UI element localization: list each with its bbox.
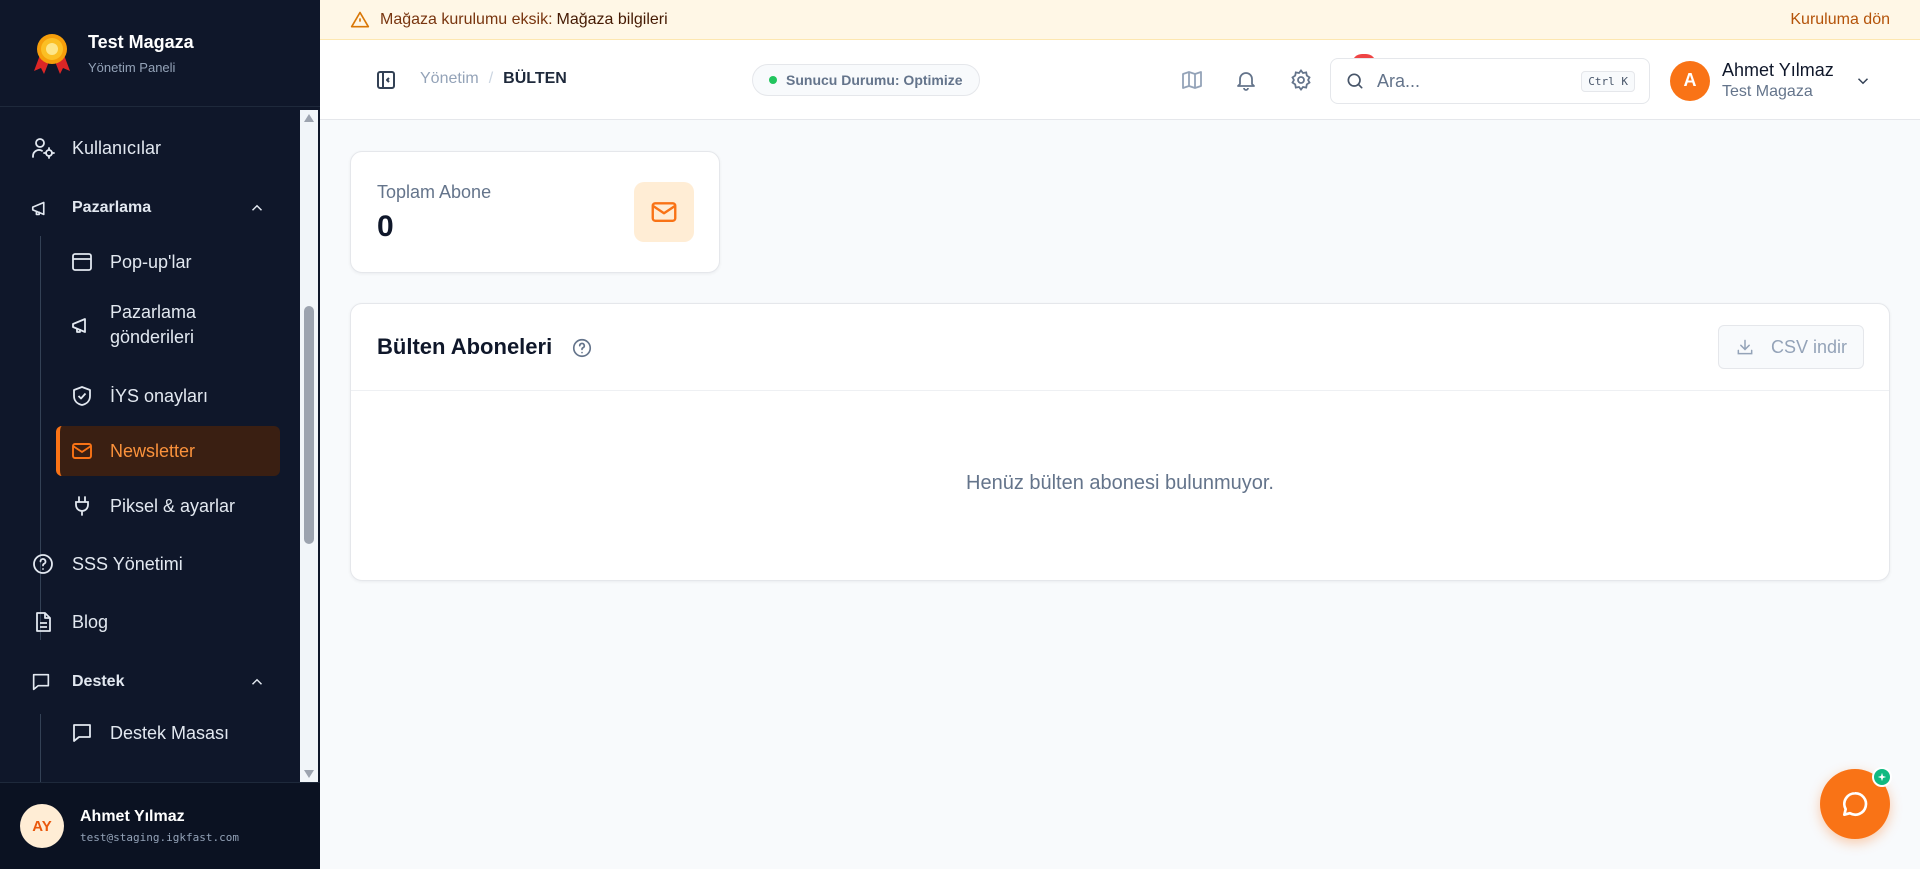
csv-download-label: CSV indir — [1770, 336, 1847, 357]
sidebar-item-blog[interactable]: Blog — [30, 608, 108, 636]
sidebar-group-label: Pazarlama — [72, 199, 152, 216]
sidebar-user[interactable]: AY Ahmet Yılmaz test@staging.igkfast.com — [0, 782, 320, 869]
message-icon — [70, 721, 94, 745]
brand-subtitle: Yönetim Paneli — [88, 59, 176, 75]
newsletter-subscribers-panel: Bülten Aboneleri CSV indir Henüz bülten … — [350, 303, 1890, 581]
breadcrumb: Yönetim / BÜLTEN — [420, 70, 567, 88]
file-text-icon — [30, 609, 56, 635]
panel-header: Bülten Aboneleri CSV indir — [351, 304, 1889, 391]
avatar: A — [1670, 60, 1710, 101]
brand[interactable]: Test Magaza Yönetim Paneli — [0, 0, 320, 107]
user-email: test@staging.igkfast.com — [80, 831, 239, 844]
sparkle-glyph — [1877, 772, 1887, 782]
sidebar-item-label: İYS onayları — [110, 385, 209, 406]
sidebar-item-label: Newsletter — [110, 440, 196, 461]
search-input[interactable] — [1377, 70, 1567, 92]
help-circle-icon — [30, 551, 56, 577]
sidebar-toggle-icon[interactable] — [374, 68, 398, 92]
user-menu[interactable]: A Ahmet Yılmaz Test Magaza — [1670, 60, 1872, 101]
sidebar-item-label: Pop-up'lar — [110, 251, 192, 272]
sidebar: Test Magaza Yönetim Paneli Kullanıcılar … — [0, 0, 320, 869]
sidebar-item-label: Piksel & ayarlar — [110, 495, 236, 516]
mail-icon — [70, 439, 94, 463]
user-settings-icon — [30, 135, 56, 161]
banner-highlight: Mağaza bilgileri — [556, 10, 668, 28]
sidebar-item-destek-masasi[interactable]: Destek Masası — [56, 713, 280, 753]
sidebar-item-pazarlama-gonderileri[interactable]: Pazarlama gönderileri — [56, 300, 280, 350]
chevron-down-icon[interactable] — [1854, 72, 1872, 90]
chevron-up-icon — [251, 204, 263, 211]
window-icon — [70, 250, 94, 274]
return-to-setup-link[interactable]: Kuruluma dön — [1790, 11, 1890, 29]
sidebar-item-newsletter[interactable]: Newsletter — [56, 426, 280, 476]
search-box[interactable]: Ctrl K — [1330, 58, 1650, 104]
chevron-up-icon — [251, 678, 263, 685]
total-subscribers-card: Toplam Abone 0 — [350, 151, 720, 273]
scroll-thumb[interactable] — [304, 306, 314, 544]
sidebar-item-iys-onaylari[interactable]: İYS onayları — [56, 376, 280, 416]
setup-banner: Mağaza kurulumu eksik: Mağaza bilgileri … — [320, 0, 1920, 40]
sidebar-item-kullanicilar[interactable]: Kullanıcılar — [30, 134, 161, 162]
empty-state-message: Henüz bülten abonesi bulunmuyor. — [966, 472, 1274, 494]
stat-label: Toplam Abone — [377, 182, 492, 202]
user-name: Ahmet Yılmaz — [80, 808, 185, 825]
breadcrumb-separator: / — [488, 70, 494, 87]
award-ribbon-icon — [34, 34, 70, 74]
sidebar-item-label: SSS Yönetimi — [72, 553, 183, 574]
breadcrumb-current: BÜLTEN — [503, 70, 567, 87]
download-icon — [1737, 339, 1753, 355]
top-header: Yönetim / BÜLTEN Sunucu Durumu: Optimize… — [320, 40, 1920, 120]
mail-icon — [651, 202, 677, 222]
sidebar-item-piksel[interactable]: Piksel & ayarlar — [56, 486, 280, 526]
gear-icon[interactable] — [1289, 68, 1313, 92]
search-shortcut: Ctrl K — [1581, 71, 1635, 92]
banner-text: Mağaza kurulumu eksik: — [380, 10, 553, 28]
sparkle-icon — [1872, 767, 1892, 787]
map-icon[interactable] — [1180, 68, 1204, 92]
panel-title: Bülten Aboneleri — [377, 334, 553, 359]
help-circle-icon[interactable] — [571, 337, 593, 359]
submenu-line — [40, 236, 41, 640]
shield-check-icon — [70, 384, 94, 408]
user-name: Ahmet Yılmaz — [1722, 60, 1834, 80]
sidebar-item-label: Destek Masası — [110, 722, 230, 743]
warning-icon — [350, 11, 370, 27]
scroll-up-arrow[interactable] — [304, 114, 314, 122]
avatar: AY — [20, 804, 64, 848]
sidebar-nav: Kullanıcılar Pazarlama Pop-up'lar Pazarl… — [0, 110, 300, 782]
sidebar-group-destek[interactable]: Destek — [30, 668, 266, 696]
breadcrumb-item[interactable]: Yönetim — [420, 70, 479, 88]
submenu-line — [40, 714, 41, 782]
bell-icon[interactable] — [1234, 68, 1258, 92]
stat-value: 0 — [377, 210, 394, 243]
scroll-down-arrow[interactable] — [304, 770, 314, 778]
sidebar-item-label: Pazarlama gönderileri — [110, 302, 197, 347]
search-icon — [1347, 73, 1363, 89]
store-name: Test Magaza — [1722, 83, 1813, 100]
sidebar-scrollbar[interactable] — [300, 110, 318, 782]
server-status-text: Sunucu Durumu: Optimize — [786, 72, 963, 88]
plug-icon — [70, 494, 94, 518]
chat-bubble-icon — [1842, 791, 1868, 816]
status-dot — [769, 76, 777, 84]
sidebar-item-popups[interactable]: Pop-up'lar — [56, 242, 280, 282]
stat-icon-box — [634, 182, 694, 242]
brand-title: Test Magaza — [88, 31, 194, 52]
csv-download-button[interactable]: CSV indir — [1717, 325, 1864, 369]
sidebar-item-label: Blog — [72, 611, 109, 632]
message-icon — [30, 669, 56, 695]
megaphone-icon — [30, 195, 56, 221]
sidebar-group-label: Destek — [72, 673, 125, 690]
sidebar-item-label: Kullanıcılar — [72, 137, 162, 158]
server-status-badge: Sunucu Durumu: Optimize — [752, 64, 980, 96]
megaphone-icon — [70, 313, 94, 337]
sidebar-group-pazarlama[interactable]: Pazarlama — [30, 194, 266, 222]
sidebar-item-sss[interactable]: SSS Yönetimi — [30, 550, 183, 578]
